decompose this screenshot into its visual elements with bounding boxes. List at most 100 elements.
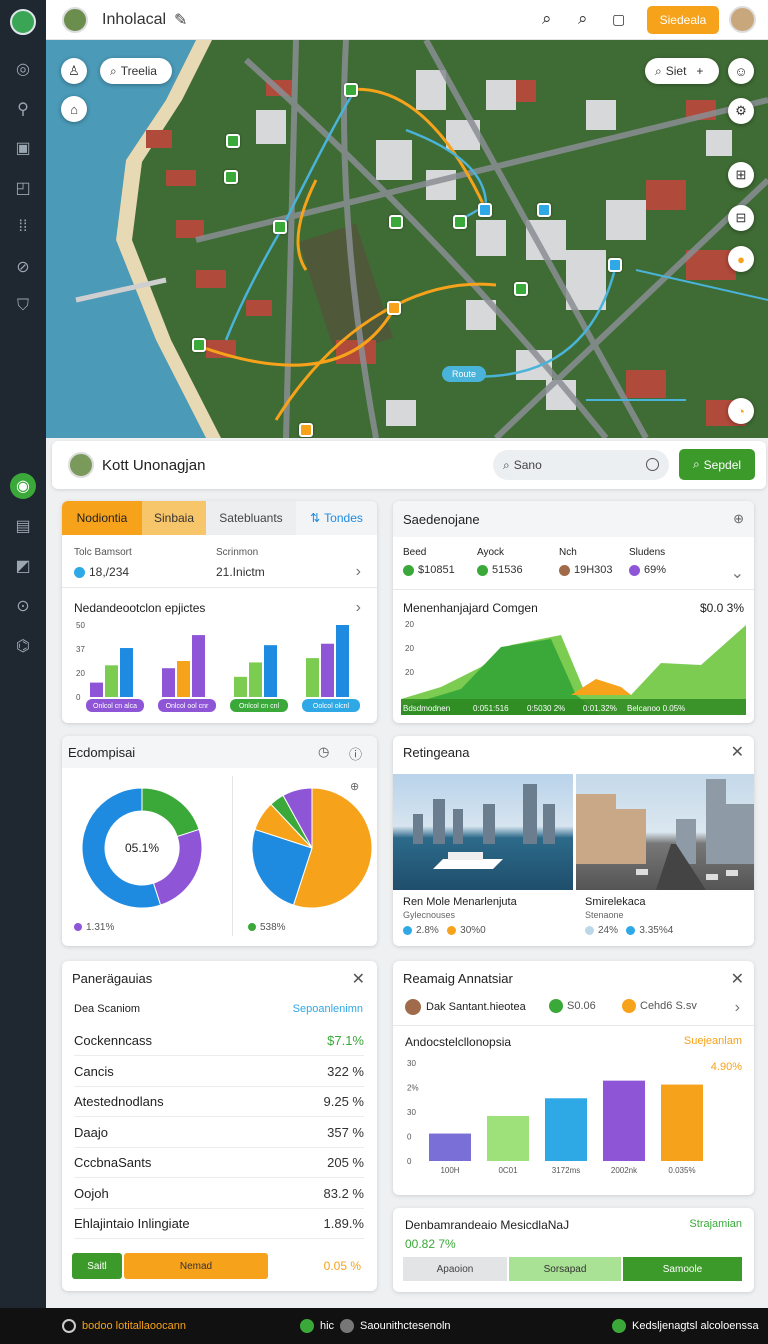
search-icon[interactable]: ⌕ [542,9,552,29]
map-marker[interactable] [514,282,528,296]
bar[interactable] [105,665,118,697]
map-filter-pill[interactable]: ⌕ Siet + [645,58,719,84]
app-avatar[interactable] [62,7,88,33]
primary-action-button[interactable]: Siedeala [647,6,719,34]
close-icon[interactable]: ✕ [352,969,365,989]
progress-segment[interactable]: Samoole [623,1257,742,1281]
map-marker[interactable] [537,203,551,217]
pie-slice[interactable] [141,787,200,838]
bar[interactable] [234,676,247,697]
bookmark-icon[interactable]: ▢ [612,11,625,28]
chart-icon[interactable]: ◰ [10,175,36,201]
status-item[interactable]: hic [300,1319,334,1333]
map-marker[interactable] [608,258,622,272]
analysis-chart-link[interactable]: Suejeanlam [684,1035,742,1047]
edit-icon[interactable]: ✎ [174,10,187,30]
clear-icon[interactable] [646,458,659,471]
map-marker[interactable] [453,215,467,229]
clock-icon[interactable]: ⊕ [733,511,744,527]
bar[interactable] [192,635,205,697]
map-marker[interactable] [224,170,238,184]
column-header-link[interactable]: Sepoanlenimn [293,1003,363,1015]
image-icon[interactable]: ▣ [10,135,36,161]
bar[interactable] [661,1084,703,1161]
progress-segment[interactable]: Sorsapad [509,1257,621,1281]
close-icon[interactable]: ✕ [731,742,744,762]
map-marker[interactable] [273,220,287,234]
bar[interactable] [90,682,103,697]
chevron-right-icon[interactable]: › [356,599,361,617]
tag-icon[interactable]: ⌬ [10,633,36,659]
route-label[interactable]: Route [442,366,486,382]
table-row[interactable]: Cancis 322 % [74,1057,364,1087]
person-icon[interactable]: ♙ [61,58,87,84]
header-search-button[interactable]: ⌕ Sepdel [679,449,755,480]
progress-segment[interactable]: Apaoion [403,1257,507,1281]
shield-icon[interactable]: ⛉ [10,293,36,319]
bar[interactable] [264,645,277,697]
locate-icon[interactable]: ◔ [728,398,754,424]
map-view[interactable]: ♙ ⌕ Treelia ⌂ ⌕ Siet + ☺ ⚙ ⊞ ⊟ ● ◔ Route [46,40,768,438]
tiles-icon[interactable]: ◩ [10,553,36,579]
progress-link[interactable]: Strajamian [689,1218,742,1230]
chevron-right-icon[interactable]: › [735,999,740,1017]
sphere-icon[interactable]: ⊘ [10,254,36,280]
table-row[interactable]: Atestednodlans 9.25 % [74,1087,364,1117]
leaf-icon[interactable]: ◉ [10,473,36,499]
smile-icon[interactable]: ☺ [728,58,754,84]
orange-pin-icon[interactable]: ● [728,246,754,272]
profile-avatar[interactable] [68,452,94,478]
table-icon[interactable]: ▤ [10,513,36,539]
bar[interactable] [487,1115,529,1161]
bar[interactable] [249,662,262,697]
save-button[interactable]: Saitl [72,1253,122,1279]
bar[interactable] [545,1098,587,1161]
name-button[interactable]: Nemad [124,1253,268,1279]
table-row[interactable]: Cockenncass $7.1% [74,1026,364,1056]
map-marker[interactable] [344,83,358,97]
table-row[interactable]: Daajo 357 % [74,1118,364,1148]
bar[interactable] [429,1133,471,1161]
tab-overview[interactable]: Nodiontia [62,501,142,535]
bar[interactable] [336,625,349,697]
bar[interactable] [120,648,133,697]
bar[interactable] [306,658,319,697]
tab-sinbaia[interactable]: Sinbaia [142,501,206,535]
map-search-pill[interactable]: ⌕ Treelia [100,58,172,84]
status-item[interactable]: Saounithctesenoln [340,1319,451,1333]
grid-icon[interactable]: ⁞⁞ [10,214,36,240]
tab-tondes[interactable]: ⇅ Tondes [296,501,377,535]
status-item[interactable]: Kedsljenagtsl alcoloenssa [612,1319,759,1333]
transit-icon[interactable]: ⊞ [728,162,754,188]
bar[interactable] [603,1080,645,1161]
info-icon[interactable]: ⓘ [349,744,362,763]
clock-icon[interactable]: ◷ [318,744,329,760]
table-row[interactable]: Oojoh 83.2 % [74,1179,364,1209]
map-marker[interactable] [389,215,403,229]
table-row[interactable]: Ehlajintaio Inlingiate 1.89.% [74,1209,364,1239]
compass-icon[interactable]: ⊙ [10,593,36,619]
map-marker[interactable] [192,338,206,352]
globe-icon[interactable]: ◎ [10,56,36,82]
expand-icon[interactable]: ⊕ [350,780,359,793]
user-avatar[interactable] [729,6,756,33]
close-icon[interactable]: ✕ [731,969,744,989]
map-marker[interactable] [478,203,492,217]
bar[interactable] [162,668,175,697]
bar[interactable] [321,643,334,697]
header-search-input[interactable]: ⌕ Sano [493,450,669,480]
chevron-down-icon[interactable]: ⌄ [731,563,744,583]
grid-layer-icon[interactable]: ⊟ [728,205,754,231]
table-row[interactable]: CccbnaSants 205 % [74,1148,364,1178]
harbor-image[interactable] [393,774,573,890]
building-icon[interactable]: ⌂ [61,96,87,122]
bar[interactable] [177,661,190,697]
tab-satebluants[interactable]: Satebluants [206,501,296,535]
layers-icon[interactable]: ⚙ [728,98,754,124]
status-item[interactable]: bodoo lotitallaoocann [62,1319,186,1333]
street-image[interactable] [576,774,754,890]
sidebar-avatar[interactable] [10,9,36,35]
chevron-right-icon[interactable]: › [356,563,361,581]
map-marker[interactable] [226,134,240,148]
map-marker[interactable] [387,301,401,315]
